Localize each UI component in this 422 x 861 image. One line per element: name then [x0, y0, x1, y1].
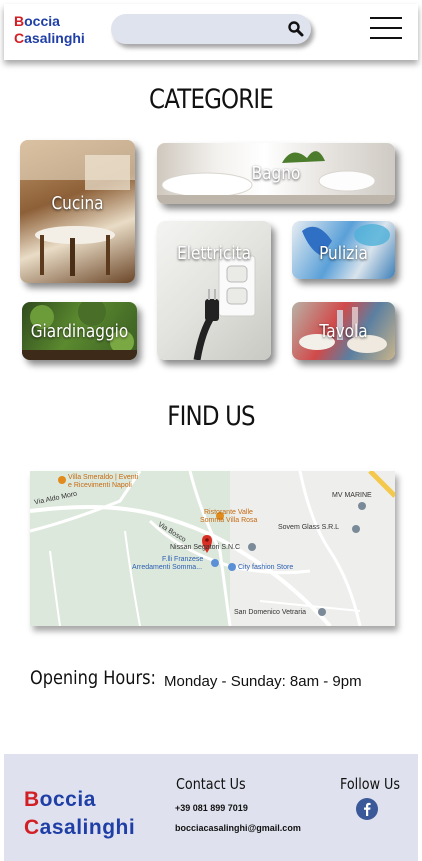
location-map[interactable]: Villa Smeraldo | Eventi e Ricevimenti Na… — [30, 471, 395, 626]
footer-brand-word-asalinghi: asalinghi — [39, 816, 136, 839]
map-label: Villa Smeraldo | Eventi — [68, 474, 139, 481]
map-label: Arredamenti Somma... — [132, 564, 203, 571]
category-label-tavola: Tavola — [319, 321, 368, 342]
facebook-icon[interactable] — [356, 798, 378, 820]
category-label-giardinaggio: Giardinaggio — [30, 321, 129, 342]
map-label: Somma Villa Rosa — [200, 517, 258, 524]
category-label-bagno: Bagno — [251, 163, 301, 184]
category-tile-giardinaggio[interactable]: Giardinaggio — [22, 302, 137, 360]
elettricita-image — [193, 255, 256, 360]
follow-us-title: Follow Us — [340, 775, 401, 793]
find-us-title: FIND US — [167, 401, 255, 432]
map-label: e Ricevimenti Napoli — [68, 482, 132, 489]
category-tile-pulizia[interactable]: Pulizia — [292, 221, 395, 279]
category-tile-tavola[interactable]: Tavola — [292, 302, 395, 360]
footer-brand-word-occia: occia — [39, 788, 96, 811]
map-label: F.lli Franzese — [162, 556, 204, 563]
brand-word-asalinghi: asalinghi — [24, 30, 85, 46]
footer-brand-initial-c: C — [24, 816, 40, 839]
brand-initial-b: B — [14, 13, 25, 29]
contact-phone[interactable]: +39 081 899 7019 — [175, 803, 248, 813]
contact-us-title: Contact Us — [176, 775, 246, 793]
category-tile-bagno[interactable]: Bagno — [157, 143, 395, 204]
category-tile-elettricita[interactable]: Elettricita — [157, 221, 271, 360]
search-input[interactable] — [125, 20, 275, 38]
map-label: Sovem Glass S.R.L — [278, 524, 340, 531]
category-label-pulizia: Pulizia — [319, 243, 368, 264]
category-label-elettricita: Elettricita — [177, 243, 251, 264]
search-bar — [111, 14, 311, 44]
map-label: Ristorante Valle — [204, 509, 253, 516]
brand-word-occia: occia — [24, 13, 60, 29]
hamburger-menu-icon[interactable] — [370, 17, 402, 41]
map-label: MV MARINE — [332, 492, 372, 499]
contact-email[interactable]: bocciacasalinghi@gmail.com — [175, 823, 301, 833]
map-label: City fashion Store — [238, 564, 294, 571]
map-label: Nissan Segatori S.N.C — [170, 544, 241, 551]
footer-brand-initial-b: B — [24, 788, 40, 811]
category-tile-cucina[interactable]: Cucina — [20, 140, 135, 283]
category-label-cucina: Cucina — [51, 193, 104, 214]
opening-hours-value: Monday - Sunday: 8am - 9pm — [164, 673, 362, 690]
brand-logo[interactable]: Boccia Casalinghi — [14, 13, 85, 47]
brand-initial-c: C — [14, 30, 25, 46]
site-footer: Boccia Casalinghi Contact Us +39 081 899… — [4, 754, 418, 861]
categories-title: CATEGORIE — [149, 84, 274, 115]
opening-hours-label: Opening Hours: — [30, 667, 156, 689]
site-header: Boccia Casalinghi — [4, 4, 418, 60]
map-label: San Domenico Vetraria — [234, 609, 306, 616]
search-icon[interactable] — [287, 20, 305, 38]
footer-brand-logo[interactable]: Boccia Casalinghi — [24, 786, 135, 842]
